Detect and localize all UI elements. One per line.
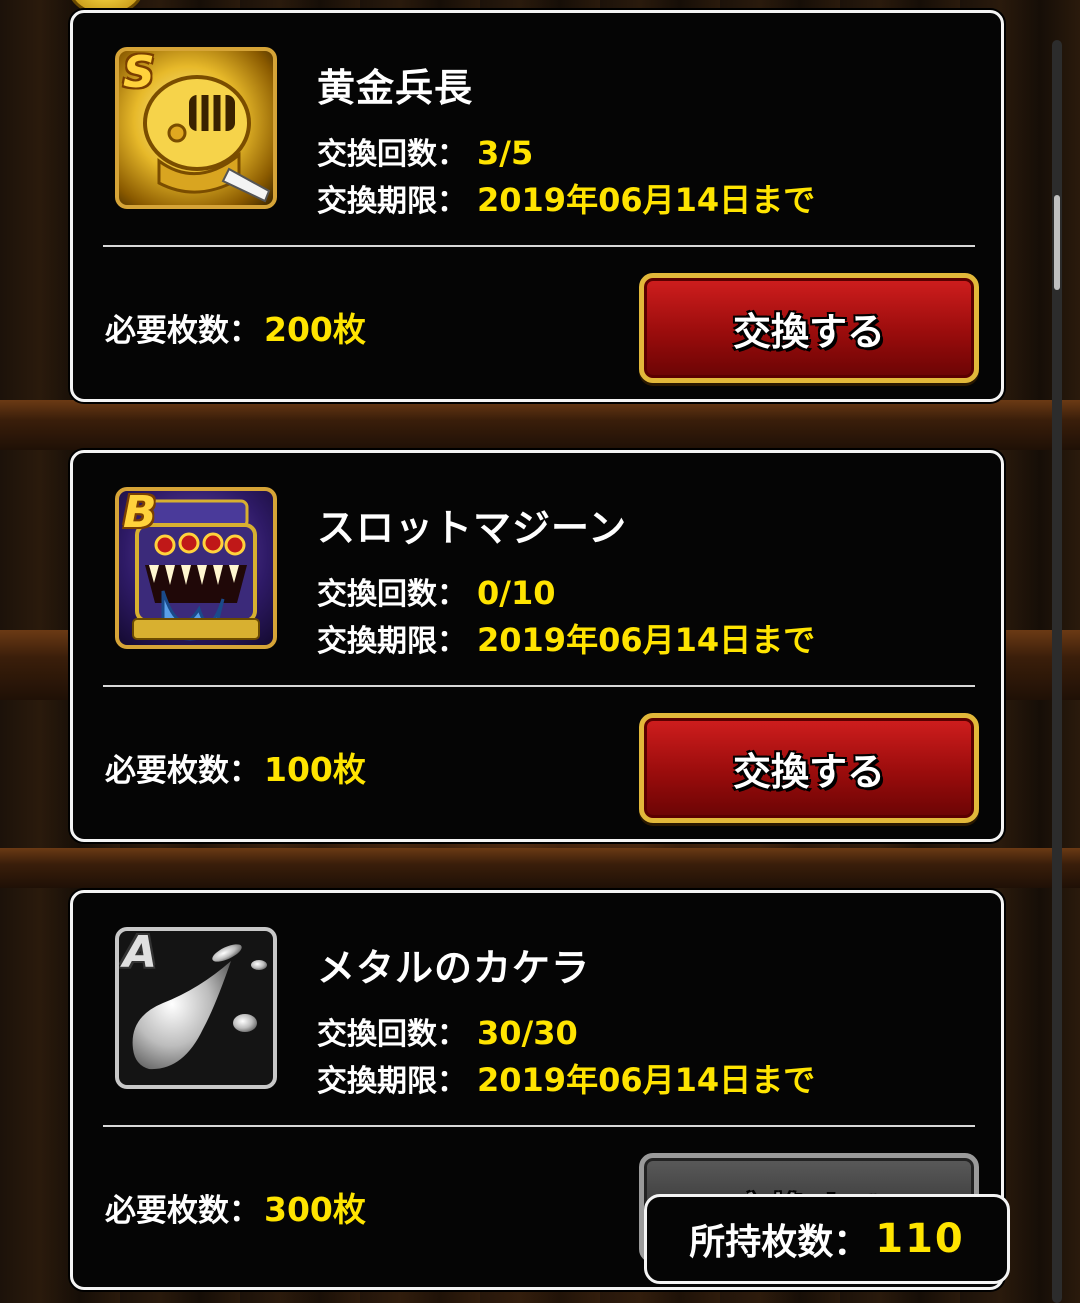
exchange-count: 交換回数： 30/30 xyxy=(317,1009,578,1053)
required-coins: 必要枚数： 100枚 xyxy=(105,743,366,791)
required-coins: 必要枚数： 200枚 xyxy=(105,303,366,351)
exchange-count: 交換回数： 3/5 xyxy=(317,129,533,173)
exchange-item-card: B スロットマジーン 交換回数： 0/10 交換期限： 2019年06月14日ま… xyxy=(70,450,1004,842)
exchange-deadline: 交換期限： 2019年06月14日まで xyxy=(317,175,815,221)
background-shelf-bottom xyxy=(0,848,1080,888)
exchange-button[interactable]: 交換する xyxy=(639,273,979,383)
slot-machine-monster-icon: B xyxy=(115,487,277,649)
divider xyxy=(103,245,975,247)
exchange-deadline-value: 2019年06月14日まで xyxy=(477,621,816,659)
exchange-button-label: 交換する xyxy=(732,309,885,354)
exchange-count-label: 交換回数： xyxy=(317,1017,467,1052)
exchange-count: 交換回数： 0/10 xyxy=(317,569,555,613)
rank-badge: S xyxy=(123,47,155,98)
required-coins-label: 必要枚数： xyxy=(105,1193,260,1229)
exchange-count-value: 3/5 xyxy=(477,134,534,172)
golden-knight-helmet-icon: S xyxy=(115,47,277,209)
rank-badge: A xyxy=(123,927,158,978)
exchange-deadline-value: 2019年06月14日まで xyxy=(477,1061,816,1099)
owned-coins-label: 所持枚数： xyxy=(689,1222,870,1263)
divider xyxy=(103,1125,975,1127)
required-coins-label: 必要枚数： xyxy=(105,313,260,349)
divider xyxy=(103,685,975,687)
exchange-count-label: 交換回数： xyxy=(317,137,467,172)
required-coins-value: 200枚 xyxy=(264,310,366,349)
exchange-item-card: S 黄金兵長 交換回数： 3/5 交換期限： 2019年06月14日まで 必要枚数：… xyxy=(70,10,1004,402)
rank-badge: B xyxy=(123,487,157,538)
item-name: メタルのカケラ xyxy=(317,946,591,990)
exchange-count-label: 交換回数： xyxy=(317,577,467,612)
metal-fragment-icon: A xyxy=(115,927,277,1089)
scrollbar-thumb[interactable] xyxy=(1054,195,1060,290)
background-shelf-top xyxy=(0,400,1080,450)
exchange-deadline-label: 交換期限： xyxy=(317,1064,467,1099)
owned-coins-panel: 所持枚数： 110 xyxy=(644,1194,1010,1284)
exchange-deadline: 交換期限： 2019年06月14日まで xyxy=(317,1055,815,1101)
owned-coins-value: 110 xyxy=(875,1216,965,1262)
exchange-deadline-label: 交換期限： xyxy=(317,184,467,219)
exchange-count-value: 0/10 xyxy=(477,574,556,612)
required-coins-label: 必要枚数： xyxy=(105,753,260,789)
exchange-count-value: 30/30 xyxy=(477,1014,578,1052)
required-coins-value: 300枚 xyxy=(264,1190,366,1229)
exchange-button[interactable]: 交換する xyxy=(639,713,979,823)
item-name: 黄金兵長 xyxy=(317,66,474,110)
required-coins: 必要枚数： 300枚 xyxy=(105,1183,366,1231)
exchange-deadline: 交換期限： 2019年06月14日まで xyxy=(317,615,815,661)
exchange-deadline-value: 2019年06月14日まで xyxy=(477,181,816,219)
exchange-deadline-label: 交換期限： xyxy=(317,624,467,659)
required-coins-value: 100枚 xyxy=(264,750,366,789)
exchange-button-label: 交換する xyxy=(732,749,885,794)
item-name: スロットマジーン xyxy=(317,506,628,550)
